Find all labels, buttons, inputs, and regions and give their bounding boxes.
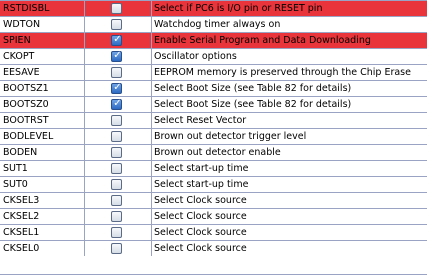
fuse-checkbox-cell[interactable]: [85, 65, 152, 80]
fuse-row-cksel3: CKSEL3 Select Clock source: [0, 193, 427, 209]
fuse-name: BOOTSZ0: [0, 97, 85, 112]
fuse-checkbox[interactable]: [111, 243, 122, 254]
fuse-checkbox[interactable]: [111, 3, 122, 14]
fuse-description: Select Boot Size (see Table 82 for detai…: [154, 99, 352, 110]
fuse-checkbox-cell[interactable]: [85, 209, 152, 224]
fuse-row-cksel2: CKSEL2 Select Clock source: [0, 209, 427, 225]
fuse-checkbox[interactable]: ✓: [111, 34, 122, 46]
fuse-description: Select Boot Size (see Table 82 for detai…: [154, 83, 352, 94]
fuse-description: Select Clock source: [154, 243, 247, 254]
fuse-checkbox[interactable]: [111, 195, 122, 206]
fuse-name: SUT1: [0, 161, 85, 176]
fuse-checkbox-cell[interactable]: [85, 193, 152, 208]
fuse-name: CKSEL2: [0, 209, 85, 224]
fuse-name: WDTON: [0, 17, 85, 32]
fuse-row-eesave: EESAVE EEPROM memory is preserved throug…: [0, 65, 427, 81]
fuse-name: CKSEL0: [0, 241, 85, 256]
fuse-checkbox-cell[interactable]: [85, 225, 152, 240]
fuse-description: Brown out detector trigger level: [154, 131, 307, 142]
fuse-row-ckopt: CKOPT ✓ Oscillator options: [0, 49, 427, 65]
fuse-checkbox[interactable]: [111, 179, 122, 190]
fuse-checkbox-cell[interactable]: ✓: [85, 97, 152, 112]
fuse-checkbox-cell[interactable]: [85, 129, 152, 144]
fuse-checkbox[interactable]: [111, 19, 122, 30]
fuse-checkbox-cell[interactable]: ✓: [85, 81, 152, 96]
fuse-bits-table: RSTDISBL Select if PC6 is I/O pin or RES…: [0, 0, 427, 275]
fuse-name: RSTDISBL: [0, 1, 85, 16]
fuse-row-sut0: SUT0 Select start-up time: [0, 177, 427, 193]
fuse-description: Watchdog timer always on: [154, 19, 281, 30]
fuse-row-cksel1: CKSEL1 Select Clock source: [0, 225, 427, 241]
fuse-row-bootsz0: BOOTSZ0 ✓ Select Boot Size (see Table 82…: [0, 97, 427, 113]
fuse-row-wdton: WDTON Watchdog timer always on: [0, 17, 427, 33]
fuse-name: BOOTSZ1: [0, 81, 85, 96]
fuse-name: EESAVE: [0, 65, 85, 80]
fuse-description: Select start-up time: [154, 163, 249, 174]
fuse-checkbox-cell[interactable]: [85, 17, 152, 32]
fuse-description: Select Clock source: [154, 227, 247, 238]
fuse-name: BOOTRST: [0, 113, 85, 128]
fuse-description: EEPROM memory is preserved through the C…: [154, 67, 411, 78]
fuse-checkbox[interactable]: [111, 67, 122, 78]
fuse-name: SUT0: [0, 177, 85, 192]
fuse-name: BODLEVEL: [0, 129, 85, 144]
fuse-checkbox[interactable]: [111, 147, 122, 158]
fuse-name: CKSEL1: [0, 225, 85, 240]
fuse-checkbox[interactable]: ✓: [111, 98, 122, 110]
fuse-row-rstdisbl: RSTDISBL Select if PC6 is I/O pin or RES…: [0, 1, 427, 17]
fuse-checkbox[interactable]: [111, 115, 122, 126]
fuse-checkbox-cell[interactable]: ✓: [85, 33, 152, 48]
fuse-description: Enable Serial Program and Data Downloadi…: [152, 33, 427, 48]
fuse-checkbox-cell[interactable]: [85, 177, 152, 192]
fuse-description: Select Clock source: [154, 211, 247, 222]
checkmark-icon: ✓: [113, 98, 122, 109]
fuse-row-boden: BODEN Brown out detector enable: [0, 145, 427, 161]
fuse-checkbox[interactable]: [111, 163, 122, 174]
fuse-checkbox[interactable]: ✓: [111, 82, 122, 94]
fuse-checkbox-cell[interactable]: [85, 113, 152, 128]
fuse-description: Select Reset Vector: [154, 115, 247, 126]
fuse-row-bootrst: BOOTRST Select Reset Vector: [0, 113, 427, 129]
fuse-row-bodlevel: BODLEVEL Brown out detector trigger leve…: [0, 129, 427, 145]
fuse-row-spien: SPIEN ✓ Enable Serial Program and Data D…: [0, 33, 427, 49]
fuse-description: Select if PC6 is I/O pin or RESET pin: [152, 1, 427, 16]
fuse-checkbox-cell[interactable]: [85, 161, 152, 176]
fuse-checkbox[interactable]: [111, 211, 122, 222]
fuse-name: SPIEN: [0, 33, 85, 48]
fuse-row-sut1: SUT1 Select start-up time: [0, 161, 427, 177]
checkmark-icon: ✓: [113, 34, 122, 45]
fuse-description: Oscillator options: [154, 51, 237, 62]
fuse-name: CKSEL3: [0, 193, 85, 208]
fuse-name: BODEN: [0, 145, 85, 160]
fuse-name: CKOPT: [0, 49, 85, 64]
fuse-row-cksel0: CKSEL0 Select Clock source: [0, 241, 427, 257]
fuse-checkbox-cell[interactable]: [85, 241, 152, 256]
fuse-row-bootsz1: BOOTSZ1 ✓ Select Boot Size (see Table 82…: [0, 81, 427, 97]
fuse-checkbox[interactable]: [111, 131, 122, 142]
checkmark-icon: ✓: [113, 82, 122, 93]
fuse-checkbox-cell[interactable]: ✓: [85, 49, 152, 64]
fuse-checkbox[interactable]: ✓: [111, 50, 122, 62]
checkmark-icon: ✓: [113, 50, 122, 61]
fuse-checkbox[interactable]: [111, 227, 122, 238]
fuse-checkbox-cell[interactable]: [85, 145, 152, 160]
fuse-description: Brown out detector enable: [154, 147, 281, 158]
fuse-description: Select start-up time: [154, 179, 249, 190]
fuse-checkbox-cell[interactable]: [85, 1, 152, 16]
fuse-description: Select Clock source: [154, 195, 247, 206]
